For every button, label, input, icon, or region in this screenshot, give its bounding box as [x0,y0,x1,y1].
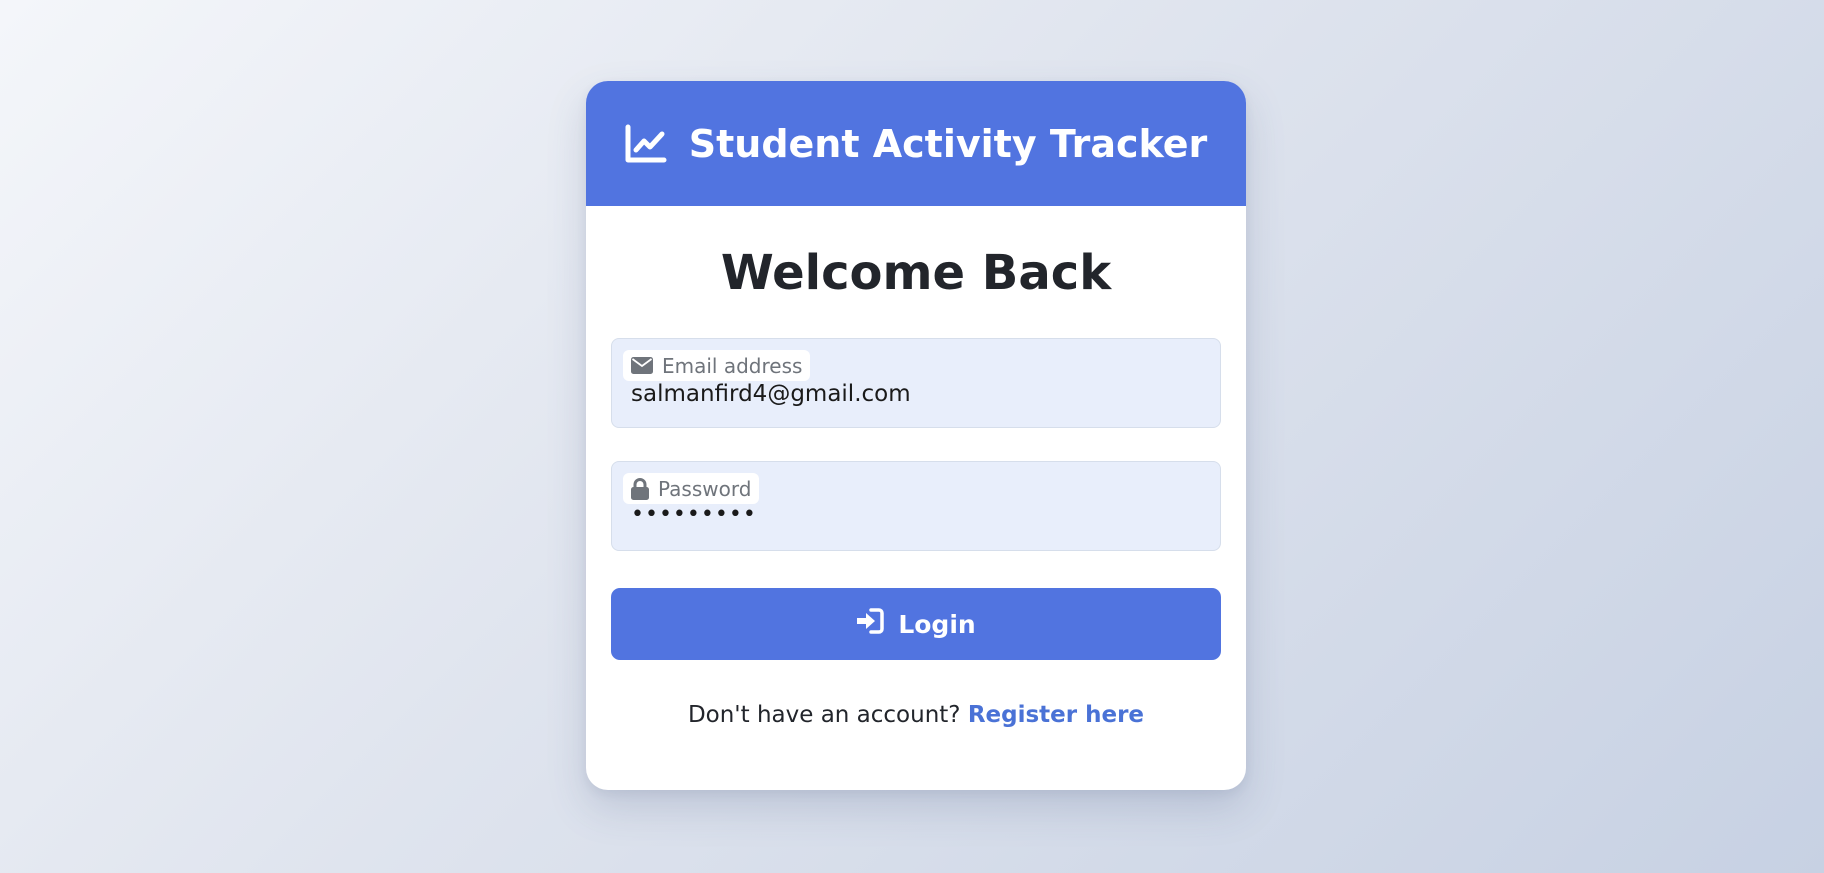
password-label: Password [623,473,760,504]
password-input[interactable]: ••••••••• [631,502,1191,527]
lock-icon [631,477,649,500]
app-title: Student Activity Tracker [688,121,1208,166]
email-label: Email address [623,350,811,381]
email-field[interactable]: Email address [611,338,1221,428]
register-link[interactable]: Register here [968,702,1144,728]
email-label-text: Email address [662,353,803,378]
login-card: Student Activity Tracker Welcome Back Em… [586,81,1246,790]
register-prompt: Don't have an account? Register here [611,702,1221,728]
password-label-text: Password [658,476,752,501]
page-title: Welcome Back [720,245,1112,301]
register-prompt-text: Don't have an account? [687,702,961,728]
email-input[interactable] [631,381,1191,407]
chart-line-icon [625,124,667,164]
login-button-label: Login [898,609,976,639]
sign-in-icon [856,608,885,640]
card-header: Student Activity Tracker [586,81,1246,206]
card-body: Welcome Back Email address salmanfird4@g… [586,206,1246,728]
login-button[interactable]: Login [611,588,1221,660]
envelope-icon [631,357,653,374]
password-field[interactable]: Password ••••••••• [611,461,1221,551]
